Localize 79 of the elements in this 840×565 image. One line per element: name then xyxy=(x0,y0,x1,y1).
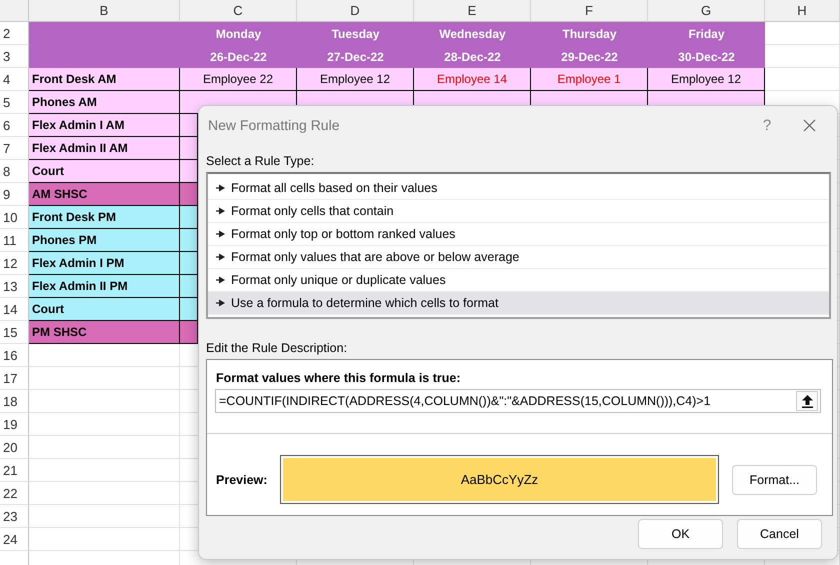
rule-type-label: Use a formula to determine which cells to format xyxy=(231,296,498,310)
table-cell xyxy=(180,229,198,252)
row-label: Flex Admin II AM xyxy=(29,137,180,160)
column-header[interactable]: B xyxy=(29,0,180,22)
day-header: Wednesday xyxy=(414,22,531,45)
rule-type-label: Format only values that are above or below average xyxy=(231,250,520,264)
arrow-icon xyxy=(216,230,225,238)
format-button[interactable]: Format... xyxy=(732,464,817,494)
table-cell xyxy=(180,137,198,160)
rule-type-item[interactable]: Use a formula to determine which cells to format xyxy=(208,292,829,315)
dialog-title: New Formatting Rule xyxy=(208,117,340,133)
date-header: 27-Dec-22 xyxy=(297,45,414,68)
table-cell: Employee 22 xyxy=(180,68,297,91)
arrow-icon xyxy=(216,299,225,307)
table-cell xyxy=(180,160,198,183)
table-cell: Employee 1 xyxy=(531,68,648,91)
row-label: Court xyxy=(29,160,180,183)
table-cell: Employee 12 xyxy=(648,68,765,91)
table-cell: Employee 12 xyxy=(297,68,414,91)
column-header[interactable]: C xyxy=(180,0,297,22)
rule-type-label: Format all cells based on their values xyxy=(231,181,438,195)
formula-label: Format values where this formula is true: xyxy=(216,371,461,385)
table-cell: Employee 14 xyxy=(414,68,531,91)
upload-icon xyxy=(802,394,812,408)
row-label: Flex Admin II PM xyxy=(29,275,180,298)
row-number[interactable]: 19 xyxy=(0,413,29,436)
row-label: Front Desk PM xyxy=(29,206,180,229)
table-cell xyxy=(180,206,198,229)
row-number[interactable]: 22 xyxy=(0,482,29,505)
date-header: 26-Dec-22 xyxy=(180,45,297,68)
row-number[interactable]: 23 xyxy=(0,505,29,528)
section-label: Edit the Rule Description: xyxy=(206,341,348,355)
row-number[interactable]: 18 xyxy=(0,390,29,413)
row-label: Phones AM xyxy=(29,91,180,114)
table-cell xyxy=(180,298,198,321)
close-icon xyxy=(802,118,816,132)
rule-type-label: Format only top or bottom ranked values xyxy=(231,227,456,241)
section-label: Select a Rule Type: xyxy=(206,154,314,168)
column-header[interactable]: G xyxy=(648,0,765,22)
row-number[interactable]: 20 xyxy=(0,436,29,459)
row-number[interactable]: 24 xyxy=(0,528,29,551)
row-number[interactable]: 16 xyxy=(0,344,29,367)
preview-sample: AaBbCcYyZz xyxy=(460,472,538,487)
row-label: Phones PM xyxy=(29,229,180,252)
preview-label: Preview: xyxy=(216,472,268,486)
row-label: Court xyxy=(29,298,180,321)
row-label: PM SHSC xyxy=(29,321,180,344)
ok-button[interactable]: OK xyxy=(638,519,723,549)
rule-type-label: Format only unique or duplicate values xyxy=(231,273,446,287)
row-number[interactable]: 21 xyxy=(0,459,29,482)
collapse-button[interactable] xyxy=(796,391,818,411)
cancel-button[interactable]: Cancel xyxy=(737,519,822,549)
rule-type-label: Format only cells that contain xyxy=(231,204,394,218)
row-label: Flex Admin I PM xyxy=(29,252,180,275)
row-label: Front Desk AM xyxy=(29,68,180,91)
table-cell xyxy=(180,114,198,137)
day-header: Friday xyxy=(648,22,765,45)
day-header: Monday xyxy=(180,22,297,45)
column-header[interactable]: E xyxy=(414,0,531,22)
date-header: 30-Dec-22 xyxy=(648,45,765,68)
date-header: 29-Dec-22 xyxy=(531,45,648,68)
arrow-icon xyxy=(216,276,225,284)
day-header: Thursday xyxy=(531,22,648,45)
arrow-icon xyxy=(216,184,225,192)
arrow-icon xyxy=(216,207,225,215)
arrow-icon xyxy=(216,253,225,261)
table-cell xyxy=(180,252,198,275)
table-cell xyxy=(180,183,198,206)
row-number[interactable]: 17 xyxy=(0,367,29,390)
table-cell xyxy=(180,275,198,298)
column-header[interactable]: H xyxy=(765,0,840,22)
column-header[interactable]: D xyxy=(297,0,414,22)
row-label: AM SHSC xyxy=(29,183,180,206)
date-header: 28-Dec-22 xyxy=(414,45,531,68)
row-label: Flex Admin I AM xyxy=(29,114,180,137)
column-header[interactable]: F xyxy=(531,0,648,22)
table-cell xyxy=(180,321,198,344)
formula-field[interactable]: =COUNTIF(INDIRECT(ADDRESS(4,COLUMN())&":"&ADDRESS(15,COLUMN())),C4)>1 xyxy=(215,389,821,413)
day-header: Tuesday xyxy=(297,22,414,45)
